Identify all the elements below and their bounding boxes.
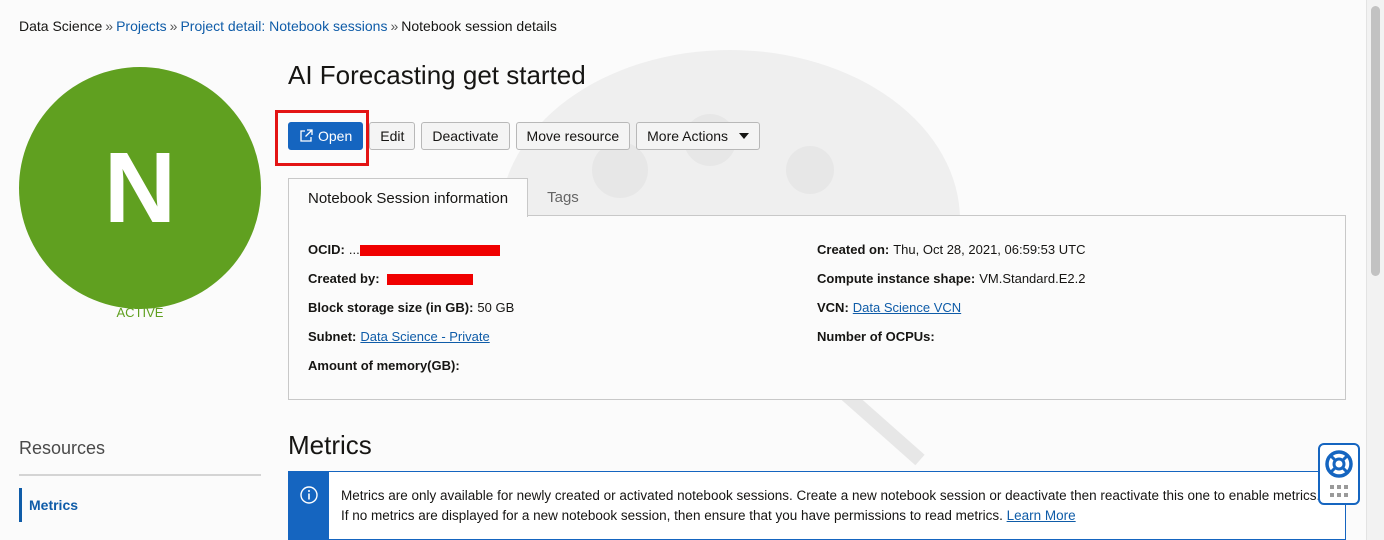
breadcrumb-root: Data Science	[19, 18, 103, 34]
subnet-label: Subnet:	[308, 329, 357, 344]
resources-heading: Resources	[19, 438, 106, 458]
avatar-letter: N	[103, 131, 177, 244]
alert-line-2: If no metrics are displayed for a new no…	[341, 506, 1320, 526]
drag-handle-icon[interactable]	[1329, 484, 1349, 498]
metrics-heading: Metrics	[288, 430, 372, 460]
block-storage-row: Block storage size (in GB): 50 GB	[308, 300, 514, 329]
ocpus-row: Number of OCPUs:	[817, 329, 1085, 358]
block-storage-label: Block storage size (in GB):	[308, 300, 474, 315]
alert-icon-bar	[289, 472, 329, 539]
subnet-link[interactable]: Data Science - Private	[360, 329, 489, 344]
shape-row: Compute instance shape: VM.Standard.E2.2	[817, 271, 1085, 300]
shape-value: VM.Standard.E2.2	[979, 271, 1086, 286]
move-resource-button[interactable]: Move resource	[515, 122, 631, 150]
page-title: AI Forecasting get started	[288, 60, 586, 90]
more-actions-label: More Actions	[647, 128, 729, 144]
vcn-link[interactable]: Data Science VCN	[853, 300, 961, 315]
breadcrumb: Data Science» Projects» Project detail: No…	[19, 18, 557, 34]
info-column-left: OCID: ... Created by: Block storage size…	[308, 242, 514, 387]
more-actions-button[interactable]: More Actions	[636, 122, 761, 150]
sidebar-item-metrics[interactable]: Metrics	[19, 488, 261, 522]
created-by-row: Created by:	[308, 271, 514, 300]
block-storage-value: 50 GB	[477, 300, 515, 315]
info-column-right: Created on: Thu, Oct 28, 2021, 06:59:53 …	[817, 242, 1085, 358]
ocid-redaction	[359, 245, 500, 256]
metrics-info-alert: Metrics are only available for newly cre…	[288, 471, 1346, 540]
vcn-row: VCN: Data Science VCN	[817, 300, 1085, 329]
scrollbar-thumb[interactable]	[1371, 6, 1380, 276]
help-widget[interactable]	[1318, 443, 1360, 505]
created-by-redaction	[386, 274, 473, 285]
lifebuoy-icon	[1325, 450, 1353, 478]
shape-label: Compute instance shape:	[817, 271, 976, 286]
breadcrumb-projects-link[interactable]: Projects	[116, 18, 167, 34]
breadcrumb-project-detail-link[interactable]: Project detail: Notebook sessions	[180, 18, 387, 34]
highlight-box	[275, 110, 369, 166]
info-tabs: Notebook Session information Tags	[288, 178, 598, 217]
memory-row: Amount of memory(GB):	[308, 358, 514, 387]
vcn-label: VCN:	[817, 300, 849, 315]
status-label: ACTIVE	[116, 305, 164, 320]
info-panel: OCID: ... Created by: Block storage size…	[288, 215, 1346, 400]
created-on-value: Thu, Oct 28, 2021, 06:59:53 UTC	[893, 242, 1086, 257]
created-by-label: Created by:	[308, 271, 380, 286]
caret-down-icon	[739, 133, 750, 139]
ocpus-label: Number of OCPUs:	[817, 329, 935, 344]
alert-message: Metrics are only available for newly cre…	[329, 472, 1332, 539]
breadcrumb-current: Notebook session details	[401, 18, 557, 34]
learn-more-link[interactable]: Learn More	[1007, 508, 1076, 523]
page-scrollbar[interactable]	[1366, 0, 1384, 540]
created-on-label: Created on:	[817, 242, 890, 257]
deactivate-button[interactable]: Deactivate	[421, 122, 510, 150]
info-icon	[300, 486, 318, 504]
notebook-avatar: N	[19, 67, 261, 309]
ocid-label: OCID:	[308, 242, 345, 257]
created-on-row: Created on: Thu, Oct 28, 2021, 06:59:53 …	[817, 242, 1085, 271]
alert-line-1: Metrics are only available for newly cre…	[341, 488, 1321, 503]
ocid-value: ...	[348, 242, 360, 257]
ocid-row: OCID: ...	[308, 242, 514, 271]
resources-divider	[19, 474, 261, 476]
memory-label: Amount of memory(GB):	[308, 358, 460, 373]
subnet-row: Subnet: Data Science - Private	[308, 329, 514, 358]
alert-line-2-text: If no metrics are displayed for a new no…	[341, 508, 1003, 523]
tab-tags[interactable]: Tags	[528, 178, 598, 216]
edit-button[interactable]: Edit	[369, 122, 416, 150]
tab-notebook-session-information[interactable]: Notebook Session information	[288, 178, 529, 217]
